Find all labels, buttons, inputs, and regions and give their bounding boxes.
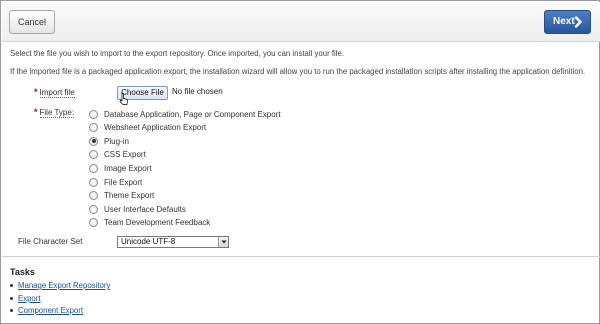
chevron-right-icon (574, 16, 582, 28)
file-type-option[interactable]: Database Application, Page or Component … (89, 108, 281, 120)
required-marker: * (34, 87, 38, 97)
file-type-option[interactable]: Plug-in (89, 135, 129, 147)
mouse-cursor-icon (119, 92, 128, 105)
import-file-label: * Import file (34, 87, 75, 98)
charset-label: File Character Set (18, 237, 83, 246)
file-type-option[interactable]: Image Export (89, 162, 152, 174)
tasks-heading: Tasks (10, 267, 35, 277)
radio-button[interactable] (89, 177, 98, 187)
bullet-icon (10, 296, 13, 300)
task-list-item: Component Export (10, 306, 83, 315)
section-divider (2, 256, 600, 257)
file-type-option-label: Websheet Application Export (104, 123, 207, 133)
file-type-option-label: User Interface Defaults (104, 204, 186, 214)
task-list-item: Manage Export Repository (10, 281, 110, 290)
wizard-toolbar: Cancel Next (2, 2, 600, 42)
bullet-icon (10, 284, 13, 288)
cancel-button[interactable]: Cancel (9, 10, 55, 34)
radio-button[interactable] (89, 191, 98, 201)
file-type-option-label: Plug-in (104, 136, 129, 146)
task-link[interactable]: Export (18, 294, 41, 303)
radio-button[interactable] (89, 163, 98, 173)
description-line-1: Select the file you wish to import to th… (10, 49, 344, 58)
radio-button[interactable] (89, 150, 98, 160)
file-type-option[interactable]: User Interface Defaults (89, 203, 186, 215)
charset-select[interactable]: Unicode UTF-8 (117, 236, 229, 248)
task-link[interactable]: Manage Export Repository (18, 281, 110, 290)
file-type-option[interactable]: File Export (89, 176, 142, 188)
required-marker: * (34, 107, 38, 117)
file-type-option-label: Image Export (104, 163, 152, 173)
file-type-option-label: File Export (104, 177, 143, 187)
import-wizard-window: Cancel Next Select the file you wish to … (0, 0, 600, 324)
file-type-option[interactable]: Theme Export (89, 190, 154, 202)
file-type-option-label: Database Application, Page or Component … (104, 109, 281, 119)
radio-button[interactable] (89, 136, 98, 146)
radio-button[interactable] (89, 204, 98, 214)
file-type-label: * File Type: (34, 107, 75, 118)
task-list-item: Export (10, 294, 41, 303)
radio-button[interactable] (89, 218, 98, 228)
description-line-2: If the imported file is a packaged appli… (10, 67, 586, 76)
file-type-option-label: Team Development Feedback (104, 218, 211, 228)
file-type-option[interactable]: Team Development Feedback (89, 217, 210, 229)
dropdown-arrow-icon[interactable] (218, 237, 228, 247)
file-type-option[interactable]: CSS Export (89, 149, 146, 161)
charset-selected-value: Unicode UTF-8 (121, 237, 176, 246)
bullet-icon (10, 309, 13, 313)
file-type-option-label: CSS Export (104, 150, 146, 160)
task-link[interactable]: Component Export (18, 306, 83, 315)
next-button[interactable]: Next (544, 10, 591, 34)
file-type-option-label: Theme Export (104, 191, 155, 201)
file-type-option[interactable]: Websheet Application Export (89, 122, 206, 134)
radio-button[interactable] (89, 123, 98, 133)
file-status-text: No file chosen (172, 87, 223, 96)
radio-button[interactable] (89, 109, 98, 119)
